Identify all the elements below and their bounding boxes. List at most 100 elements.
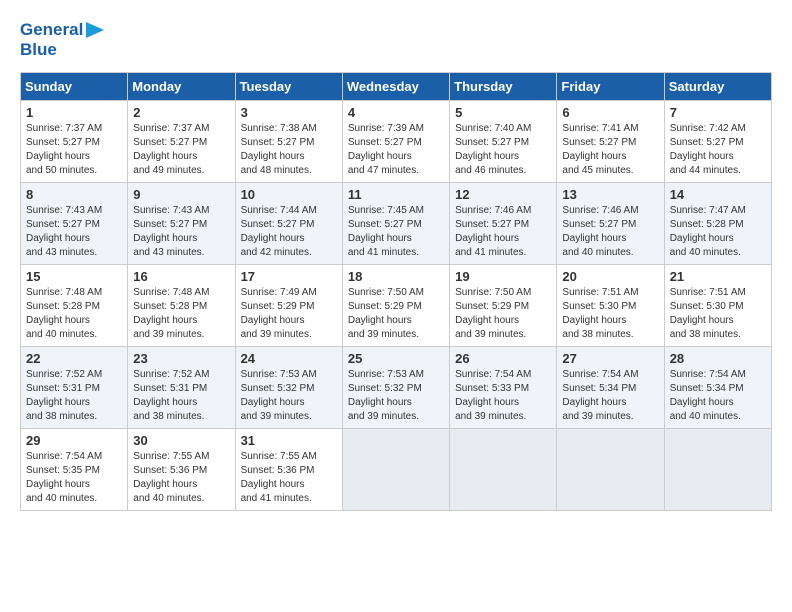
- day-number: 29: [26, 433, 122, 448]
- day-number: 5: [455, 105, 551, 120]
- calendar-week-3: 15 Sunrise: 7:48 AM Sunset: 5:28 PM Dayl…: [21, 265, 772, 347]
- cell-info: Sunrise: 7:37 AM Sunset: 5:27 PM Dayligh…: [26, 122, 122, 178]
- calendar-cell: 25 Sunrise: 7:53 AM Sunset: 5:32 PM Dayl…: [342, 347, 449, 429]
- cell-info: Sunrise: 7:55 AM Sunset: 5:36 PM Dayligh…: [133, 450, 229, 506]
- day-number: 4: [348, 105, 444, 120]
- logo-general: General: [20, 20, 83, 40]
- calendar-cell: 5 Sunrise: 7:40 AM Sunset: 5:27 PM Dayli…: [450, 101, 557, 183]
- calendar-cell: 14 Sunrise: 7:47 AM Sunset: 5:28 PM Dayl…: [664, 183, 771, 265]
- cell-info: Sunrise: 7:54 AM Sunset: 5:34 PM Dayligh…: [670, 368, 766, 424]
- day-number: 10: [241, 187, 337, 202]
- calendar-cell: 12 Sunrise: 7:46 AM Sunset: 5:27 PM Dayl…: [450, 183, 557, 265]
- calendar-week-1: 1 Sunrise: 7:37 AM Sunset: 5:27 PM Dayli…: [21, 101, 772, 183]
- cell-info: Sunrise: 7:50 AM Sunset: 5:29 PM Dayligh…: [455, 286, 551, 342]
- calendar-week-4: 22 Sunrise: 7:52 AM Sunset: 5:31 PM Dayl…: [21, 347, 772, 429]
- column-header-thursday: Thursday: [450, 73, 557, 101]
- day-number: 31: [241, 433, 337, 448]
- day-number: 7: [670, 105, 766, 120]
- calendar-cell: [557, 429, 664, 511]
- calendar-cell: 9 Sunrise: 7:43 AM Sunset: 5:27 PM Dayli…: [128, 183, 235, 265]
- calendar-table: SundayMondayTuesdayWednesdayThursdayFrid…: [20, 72, 772, 511]
- cell-info: Sunrise: 7:54 AM Sunset: 5:35 PM Dayligh…: [26, 450, 122, 506]
- cell-info: Sunrise: 7:52 AM Sunset: 5:31 PM Dayligh…: [133, 368, 229, 424]
- calendar-cell: 22 Sunrise: 7:52 AM Sunset: 5:31 PM Dayl…: [21, 347, 128, 429]
- calendar-cell: 29 Sunrise: 7:54 AM Sunset: 5:35 PM Dayl…: [21, 429, 128, 511]
- calendar-cell: 24 Sunrise: 7:53 AM Sunset: 5:32 PM Dayl…: [235, 347, 342, 429]
- day-number: 21: [670, 269, 766, 284]
- day-number: 11: [348, 187, 444, 202]
- logo-arrow-icon: [86, 20, 106, 40]
- column-header-monday: Monday: [128, 73, 235, 101]
- calendar-cell: 16 Sunrise: 7:48 AM Sunset: 5:28 PM Dayl…: [128, 265, 235, 347]
- day-number: 25: [348, 351, 444, 366]
- calendar-week-5: 29 Sunrise: 7:54 AM Sunset: 5:35 PM Dayl…: [21, 429, 772, 511]
- cell-info: Sunrise: 7:49 AM Sunset: 5:29 PM Dayligh…: [241, 286, 337, 342]
- cell-info: Sunrise: 7:50 AM Sunset: 5:29 PM Dayligh…: [348, 286, 444, 342]
- day-number: 22: [26, 351, 122, 366]
- cell-info: Sunrise: 7:43 AM Sunset: 5:27 PM Dayligh…: [133, 204, 229, 260]
- calendar-week-2: 8 Sunrise: 7:43 AM Sunset: 5:27 PM Dayli…: [21, 183, 772, 265]
- column-header-wednesday: Wednesday: [342, 73, 449, 101]
- cell-info: Sunrise: 7:53 AM Sunset: 5:32 PM Dayligh…: [348, 368, 444, 424]
- day-number: 19: [455, 269, 551, 284]
- calendar-cell: 18 Sunrise: 7:50 AM Sunset: 5:29 PM Dayl…: [342, 265, 449, 347]
- day-number: 18: [348, 269, 444, 284]
- calendar-cell: 15 Sunrise: 7:48 AM Sunset: 5:28 PM Dayl…: [21, 265, 128, 347]
- cell-info: Sunrise: 7:42 AM Sunset: 5:27 PM Dayligh…: [670, 122, 766, 178]
- day-number: 15: [26, 269, 122, 284]
- cell-info: Sunrise: 7:55 AM Sunset: 5:36 PM Dayligh…: [241, 450, 337, 506]
- column-header-saturday: Saturday: [664, 73, 771, 101]
- logo-blue: Blue: [20, 40, 57, 59]
- day-number: 13: [562, 187, 658, 202]
- column-header-sunday: Sunday: [21, 73, 128, 101]
- page-header: General Blue: [20, 20, 772, 60]
- day-number: 8: [26, 187, 122, 202]
- cell-info: Sunrise: 7:48 AM Sunset: 5:28 PM Dayligh…: [133, 286, 229, 342]
- cell-info: Sunrise: 7:51 AM Sunset: 5:30 PM Dayligh…: [562, 286, 658, 342]
- logo: General Blue: [20, 20, 106, 60]
- cell-info: Sunrise: 7:54 AM Sunset: 5:33 PM Dayligh…: [455, 368, 551, 424]
- calendar-cell: 11 Sunrise: 7:45 AM Sunset: 5:27 PM Dayl…: [342, 183, 449, 265]
- calendar-cell: [342, 429, 449, 511]
- calendar-cell: 13 Sunrise: 7:46 AM Sunset: 5:27 PM Dayl…: [557, 183, 664, 265]
- cell-info: Sunrise: 7:54 AM Sunset: 5:34 PM Dayligh…: [562, 368, 658, 424]
- cell-info: Sunrise: 7:52 AM Sunset: 5:31 PM Dayligh…: [26, 368, 122, 424]
- day-number: 23: [133, 351, 229, 366]
- day-number: 12: [455, 187, 551, 202]
- cell-info: Sunrise: 7:38 AM Sunset: 5:27 PM Dayligh…: [241, 122, 337, 178]
- calendar-cell: 10 Sunrise: 7:44 AM Sunset: 5:27 PM Dayl…: [235, 183, 342, 265]
- calendar-cell: [664, 429, 771, 511]
- calendar-cell: 30 Sunrise: 7:55 AM Sunset: 5:36 PM Dayl…: [128, 429, 235, 511]
- calendar-cell: 2 Sunrise: 7:37 AM Sunset: 5:27 PM Dayli…: [128, 101, 235, 183]
- cell-info: Sunrise: 7:46 AM Sunset: 5:27 PM Dayligh…: [455, 204, 551, 260]
- cell-info: Sunrise: 7:53 AM Sunset: 5:32 PM Dayligh…: [241, 368, 337, 424]
- day-number: 26: [455, 351, 551, 366]
- day-number: 30: [133, 433, 229, 448]
- calendar-cell: 21 Sunrise: 7:51 AM Sunset: 5:30 PM Dayl…: [664, 265, 771, 347]
- calendar-cell: 17 Sunrise: 7:49 AM Sunset: 5:29 PM Dayl…: [235, 265, 342, 347]
- cell-info: Sunrise: 7:48 AM Sunset: 5:28 PM Dayligh…: [26, 286, 122, 342]
- cell-info: Sunrise: 7:45 AM Sunset: 5:27 PM Dayligh…: [348, 204, 444, 260]
- calendar-cell: 27 Sunrise: 7:54 AM Sunset: 5:34 PM Dayl…: [557, 347, 664, 429]
- calendar-cell: 26 Sunrise: 7:54 AM Sunset: 5:33 PM Dayl…: [450, 347, 557, 429]
- cell-info: Sunrise: 7:46 AM Sunset: 5:27 PM Dayligh…: [562, 204, 658, 260]
- calendar-cell: 6 Sunrise: 7:41 AM Sunset: 5:27 PM Dayli…: [557, 101, 664, 183]
- column-header-tuesday: Tuesday: [235, 73, 342, 101]
- cell-info: Sunrise: 7:40 AM Sunset: 5:27 PM Dayligh…: [455, 122, 551, 178]
- day-number: 24: [241, 351, 337, 366]
- calendar-cell: 20 Sunrise: 7:51 AM Sunset: 5:30 PM Dayl…: [557, 265, 664, 347]
- cell-info: Sunrise: 7:47 AM Sunset: 5:28 PM Dayligh…: [670, 204, 766, 260]
- calendar-cell: 31 Sunrise: 7:55 AM Sunset: 5:36 PM Dayl…: [235, 429, 342, 511]
- day-number: 20: [562, 269, 658, 284]
- day-number: 28: [670, 351, 766, 366]
- day-number: 1: [26, 105, 122, 120]
- calendar-cell: 8 Sunrise: 7:43 AM Sunset: 5:27 PM Dayli…: [21, 183, 128, 265]
- calendar-cell: 7 Sunrise: 7:42 AM Sunset: 5:27 PM Dayli…: [664, 101, 771, 183]
- calendar-cell: 28 Sunrise: 7:54 AM Sunset: 5:34 PM Dayl…: [664, 347, 771, 429]
- calendar-cell: 1 Sunrise: 7:37 AM Sunset: 5:27 PM Dayli…: [21, 101, 128, 183]
- day-number: 16: [133, 269, 229, 284]
- day-number: 2: [133, 105, 229, 120]
- day-number: 9: [133, 187, 229, 202]
- calendar-cell: [450, 429, 557, 511]
- cell-info: Sunrise: 7:43 AM Sunset: 5:27 PM Dayligh…: [26, 204, 122, 260]
